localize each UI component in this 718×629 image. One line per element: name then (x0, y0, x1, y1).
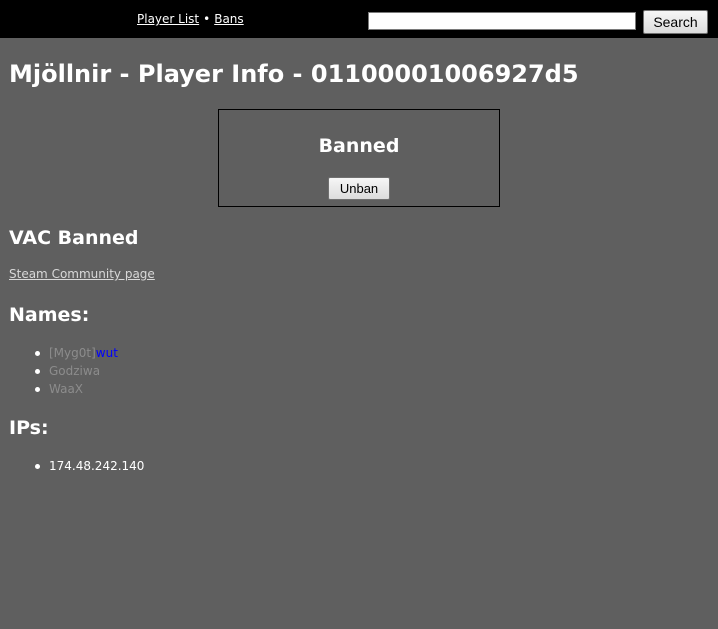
name-prefix: [Myg0t] (49, 346, 96, 360)
page-title: Mjöllnir - Player Info - 01100001006927d… (9, 60, 579, 88)
names-heading: Names: (9, 304, 90, 326)
search-input[interactable] (368, 12, 636, 30)
vac-status: VAC Banned (9, 227, 139, 249)
list-item: [Myg0t]wut (0, 344, 118, 362)
steam-community-link[interactable]: Steam Community page (9, 267, 155, 281)
player-list-link[interactable]: Player List (137, 12, 199, 26)
names-list: [Myg0t]wut Godziwa WaaX (0, 344, 118, 398)
ips-heading: IPs: (9, 417, 49, 439)
nav-separator: • (203, 12, 211, 26)
ban-status-text: Banned (318, 135, 400, 157)
name-text: WaaX (49, 382, 84, 396)
name-highlight: wut (95, 346, 118, 360)
unban-button[interactable]: Unban (328, 177, 390, 200)
search-button[interactable]: Search (643, 10, 708, 34)
top-bar: Player List • Bans Search (0, 0, 718, 38)
ips-list: 174.48.242.140 (0, 457, 144, 475)
list-item: 174.48.242.140 (0, 457, 144, 475)
list-item: Godziwa (0, 362, 118, 380)
list-item: WaaX (0, 380, 118, 398)
ban-status-box: Banned Unban (218, 109, 500, 207)
name-text: Godziwa (49, 364, 101, 378)
ip-address: 174.48.242.140 (49, 459, 145, 473)
bans-link[interactable]: Bans (214, 12, 243, 26)
top-nav: Player List • Bans (137, 12, 244, 26)
